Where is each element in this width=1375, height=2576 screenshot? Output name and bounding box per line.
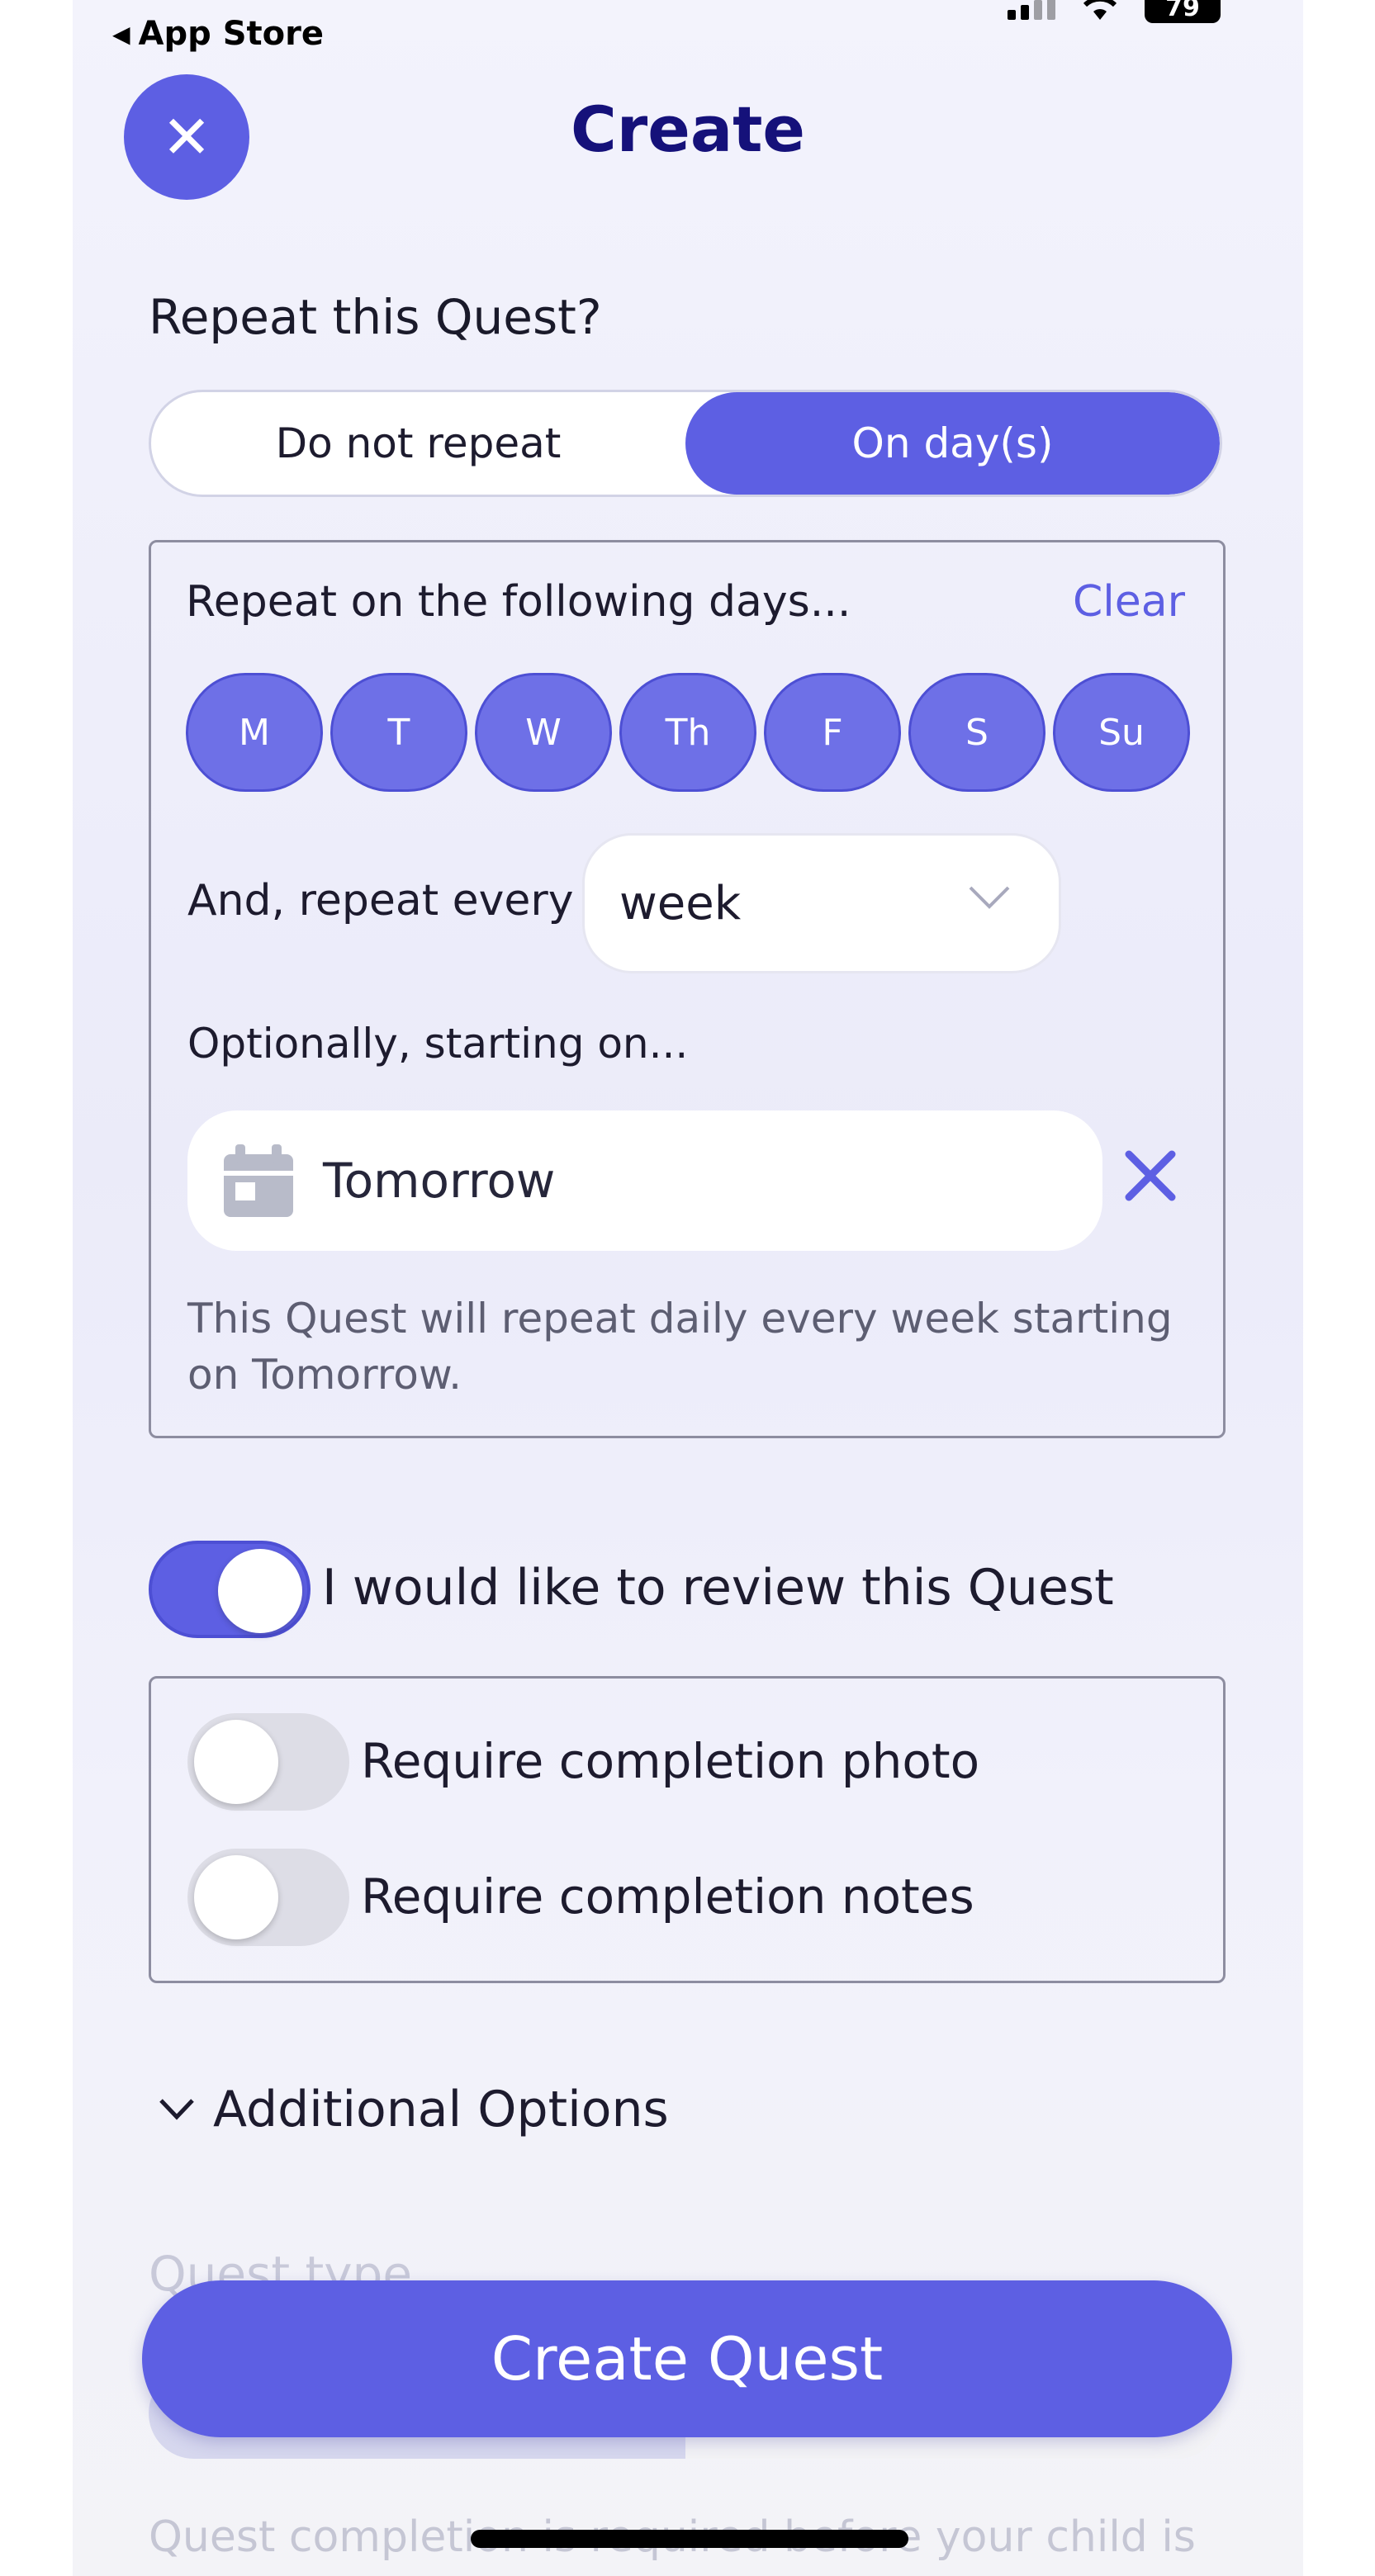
repeat-interval-value: week	[619, 876, 742, 930]
status-icons: 79	[1008, 0, 1221, 23]
battery-icon: 79	[1145, 0, 1221, 23]
back-to-app-store[interactable]: ◀ App Store	[112, 15, 324, 53]
days-heading: Repeat on the following days...	[186, 577, 851, 627]
day-wednesday[interactable]: W	[475, 673, 612, 792]
create-quest-screen: ◀ App Store 79 ✕ Create Repeat this Ques…	[73, 0, 1303, 2576]
day-thursday[interactable]: Th	[619, 673, 756, 792]
chevron-down-icon	[969, 886, 1010, 909]
signal-icon	[1008, 0, 1055, 20]
segment-do-not-repeat[interactable]: Do not repeat	[151, 392, 685, 495]
day-picker: M T W Th F S Su	[186, 673, 1197, 792]
repeat-segmented-control: Do not repeat On day(s)	[149, 390, 1222, 497]
calendar-icon	[224, 1144, 293, 1217]
clear-date-icon[interactable]	[1124, 1149, 1177, 1202]
home-indicator	[471, 2530, 908, 2548]
repeat-summary: This Quest will repeat daily every week …	[187, 1295, 1173, 1399]
start-date-label: Optionally, starting on...	[187, 1020, 689, 1068]
day-tuesday[interactable]: T	[330, 673, 467, 792]
toggle-knob	[194, 1855, 278, 1939]
notes-toggle[interactable]	[187, 1849, 349, 1946]
photo-label: Require completion photo	[361, 1733, 980, 1789]
notes-label: Require completion notes	[361, 1868, 974, 1925]
clear-days-link[interactable]: Clear	[1073, 577, 1185, 627]
additional-options-label: Additional Options	[213, 2081, 669, 2138]
repeat-settings-panel: Repeat on the following days... Clear M …	[149, 540, 1226, 1438]
review-toggle[interactable]	[149, 1541, 311, 1638]
repeat-question: Repeat this Quest?	[149, 289, 602, 345]
chevron-down-icon	[159, 2099, 194, 2120]
back-triangle-icon: ◀	[112, 20, 130, 48]
toggle-knob	[194, 1720, 278, 1804]
day-saturday[interactable]: S	[908, 673, 1045, 792]
start-date-field[interactable]: Tomorrow	[187, 1110, 1102, 1251]
day-monday[interactable]: M	[186, 673, 323, 792]
wifi-icon	[1083, 0, 1117, 20]
photo-toggle[interactable]	[187, 1713, 349, 1811]
repeat-every-label: And, repeat every	[187, 876, 574, 926]
repeat-interval-select[interactable]: week	[582, 833, 1061, 973]
additional-options-toggle[interactable]: Additional Options	[159, 2081, 669, 2138]
review-options-panel: Require completion photo Require complet…	[149, 1676, 1226, 1983]
day-friday[interactable]: F	[764, 673, 901, 792]
back-label: App Store	[138, 15, 324, 53]
review-label: I would like to review this Quest	[322, 1559, 1114, 1617]
day-sunday[interactable]: Su	[1053, 673, 1190, 792]
toggle-knob	[218, 1549, 302, 1633]
start-date-value: Tomorrow	[323, 1153, 556, 1209]
segment-on-days[interactable]: On day(s)	[685, 392, 1220, 495]
create-quest-button[interactable]: Create Quest	[142, 2280, 1232, 2437]
page-title: Create	[571, 92, 805, 166]
